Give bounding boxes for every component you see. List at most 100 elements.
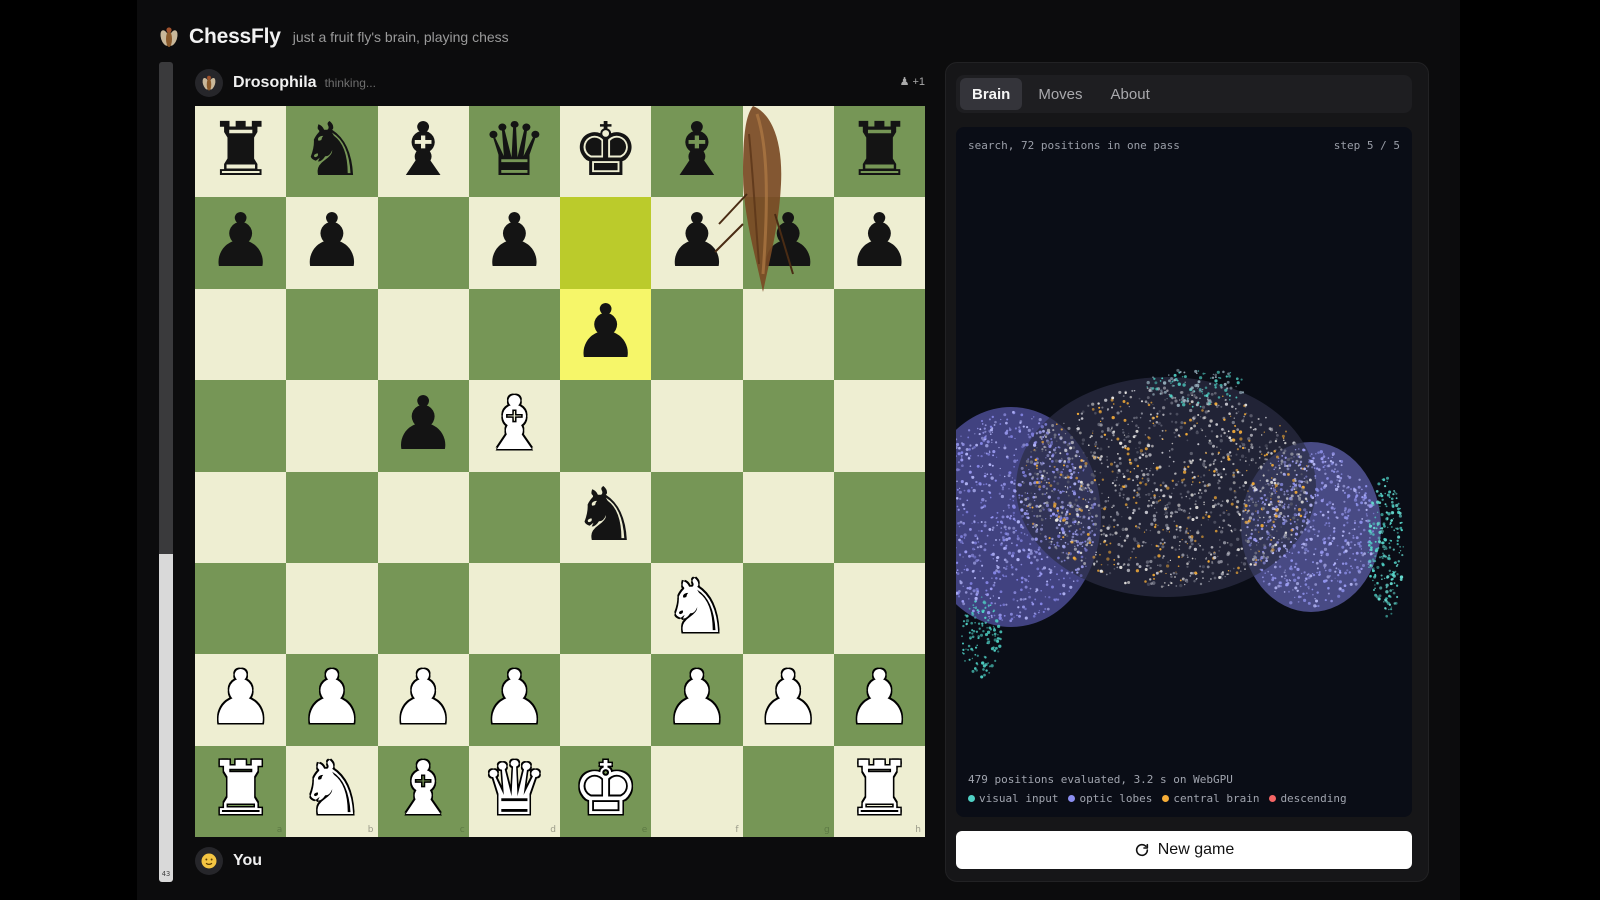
square-g7[interactable]: ♟ bbox=[742, 197, 834, 289]
square-c8[interactable]: ♝ bbox=[377, 106, 469, 198]
black-queen-piece[interactable]: ♛ bbox=[481, 113, 547, 187]
black-pawn-piece[interactable]: ♟ bbox=[390, 387, 456, 461]
square-b7[interactable]: ♟ bbox=[286, 197, 378, 289]
black-knight-piece[interactable]: ♞ bbox=[299, 113, 365, 187]
white-pawn-piece[interactable]: ♟ bbox=[481, 661, 547, 735]
white-pawn-piece[interactable]: ♟ bbox=[846, 661, 912, 735]
white-rook-piece[interactable]: ♜ bbox=[207, 752, 273, 826]
white-rook-piece[interactable]: ♜ bbox=[846, 752, 912, 826]
new-game-button[interactable]: New game bbox=[956, 831, 1412, 869]
square-h3[interactable] bbox=[833, 562, 925, 655]
tab-about[interactable]: About bbox=[1099, 78, 1162, 110]
black-pawn-piece[interactable]: ♟ bbox=[846, 204, 912, 278]
square-g8[interactable] bbox=[742, 106, 834, 198]
square-g3[interactable] bbox=[742, 562, 834, 655]
square-a7[interactable]: ♟ bbox=[195, 197, 287, 289]
square-e3[interactable] bbox=[560, 562, 652, 655]
square-e5[interactable] bbox=[560, 380, 652, 472]
square-b3[interactable] bbox=[286, 562, 378, 655]
white-bishop-piece[interactable]: ♝ bbox=[390, 752, 456, 826]
black-pawn-piece[interactable]: ♟ bbox=[481, 204, 547, 278]
square-a2[interactable]: ♟ bbox=[195, 654, 287, 746]
square-f5[interactable] bbox=[651, 380, 743, 472]
square-e6[interactable]: ♟ bbox=[560, 288, 652, 381]
square-e7[interactable] bbox=[560, 197, 652, 289]
black-knight-piece[interactable]: ♞ bbox=[572, 478, 638, 552]
square-a4[interactable] bbox=[195, 471, 287, 563]
square-h1[interactable]: ♜ h bbox=[833, 745, 925, 837]
square-c3[interactable] bbox=[377, 562, 469, 655]
square-a3[interactable] bbox=[195, 562, 287, 655]
square-c6[interactable] bbox=[377, 288, 469, 381]
square-a1[interactable]: ♜ a bbox=[195, 745, 287, 837]
square-f7[interactable]: ♟ bbox=[651, 197, 743, 289]
square-b5[interactable] bbox=[286, 380, 378, 472]
white-knight-piece[interactable]: ♞ bbox=[664, 570, 730, 644]
white-pawn-piece[interactable]: ♟ bbox=[390, 661, 456, 735]
square-e1[interactable]: ♚ e bbox=[560, 745, 652, 837]
square-f3[interactable]: ♞ bbox=[651, 562, 743, 655]
square-a5[interactable] bbox=[195, 380, 287, 472]
square-f1[interactable]: f bbox=[651, 745, 743, 837]
black-pawn-piece[interactable]: ♟ bbox=[207, 204, 273, 278]
square-e2[interactable] bbox=[560, 654, 652, 746]
square-b8[interactable]: ♞ bbox=[286, 106, 378, 198]
square-g5[interactable] bbox=[742, 380, 834, 472]
black-pawn-piece[interactable]: ♟ bbox=[572, 295, 638, 369]
white-pawn-piece[interactable]: ♟ bbox=[755, 661, 821, 735]
square-b1[interactable]: ♞ b bbox=[286, 745, 378, 837]
square-g2[interactable]: ♟ bbox=[742, 654, 834, 746]
square-d7[interactable]: ♟ bbox=[468, 197, 560, 289]
square-e8[interactable]: ♚ bbox=[560, 106, 652, 198]
square-d8[interactable]: ♛ bbox=[468, 106, 560, 198]
square-f8[interactable]: ♝ bbox=[651, 106, 743, 198]
black-bishop-piece[interactable]: ♝ bbox=[664, 113, 730, 187]
square-f4[interactable] bbox=[651, 471, 743, 563]
black-bishop-piece[interactable]: ♝ bbox=[390, 113, 456, 187]
square-f2[interactable]: ♟ bbox=[651, 654, 743, 746]
square-h5[interactable] bbox=[833, 380, 925, 472]
square-b4[interactable] bbox=[286, 471, 378, 563]
square-c5[interactable]: ♟ bbox=[377, 380, 469, 472]
square-h2[interactable]: ♟ bbox=[833, 654, 925, 746]
white-pawn-piece[interactable]: ♟ bbox=[664, 661, 730, 735]
square-d1[interactable]: ♛ d bbox=[468, 745, 560, 837]
square-d3[interactable] bbox=[468, 562, 560, 655]
square-c1[interactable]: ♝ c bbox=[377, 745, 469, 837]
white-queen-piece[interactable]: ♛ bbox=[481, 752, 547, 826]
square-c4[interactable] bbox=[377, 471, 469, 563]
square-h6[interactable] bbox=[833, 288, 925, 381]
white-pawn-piece[interactable]: ♟ bbox=[299, 661, 365, 735]
black-king-piece[interactable]: ♚ bbox=[572, 113, 638, 187]
black-pawn-piece[interactable]: ♟ bbox=[299, 204, 365, 278]
black-rook-piece[interactable]: ♜ bbox=[846, 113, 912, 187]
square-a6[interactable] bbox=[195, 288, 287, 381]
square-b2[interactable]: ♟ bbox=[286, 654, 378, 746]
white-knight-piece[interactable]: ♞ bbox=[299, 752, 365, 826]
square-h7[interactable]: ♟ bbox=[833, 197, 925, 289]
white-pawn-piece[interactable]: ♟ bbox=[207, 661, 273, 735]
square-c7[interactable] bbox=[377, 197, 469, 289]
square-h4[interactable] bbox=[833, 471, 925, 563]
square-c2[interactable]: ♟ bbox=[377, 654, 469, 746]
square-d6[interactable] bbox=[468, 288, 560, 381]
white-king-piece[interactable]: ♚ bbox=[572, 752, 638, 826]
square-a8[interactable]: ♜ bbox=[195, 106, 287, 198]
white-bishop-piece[interactable]: ♝ bbox=[481, 387, 547, 461]
square-b6[interactable] bbox=[286, 288, 378, 381]
square-h8[interactable]: ♜ bbox=[833, 106, 925, 198]
square-d4[interactable] bbox=[468, 471, 560, 563]
square-g4[interactable] bbox=[742, 471, 834, 563]
black-pawn-piece[interactable]: ♟ bbox=[664, 204, 730, 278]
square-d2[interactable]: ♟ bbox=[468, 654, 560, 746]
chess-board[interactable]: ♜ ♞ ♝ ♛ ♚ ♝ ♜ ♟ ♟ ♟ ♟ ♟ ♟ ♟ ♟ ♝ ♞ ♞ ♟ ♟ ♟ ♟ ♟ ♟ ♟ ♜ a ♞ b ♝ c ♛ d ♚ e f g ♜ h bbox=[195, 106, 925, 837]
square-e4[interactable]: ♞ bbox=[560, 471, 652, 563]
square-g1[interactable]: g bbox=[742, 745, 834, 837]
black-pawn-piece[interactable]: ♟ bbox=[755, 204, 821, 278]
square-d5[interactable]: ♝ bbox=[468, 380, 560, 472]
square-g6[interactable] bbox=[742, 288, 834, 381]
square-f6[interactable] bbox=[651, 288, 743, 381]
black-rook-piece[interactable]: ♜ bbox=[207, 113, 273, 187]
tab-brain[interactable]: Brain bbox=[960, 78, 1023, 110]
tab-moves[interactable]: Moves bbox=[1026, 78, 1094, 110]
